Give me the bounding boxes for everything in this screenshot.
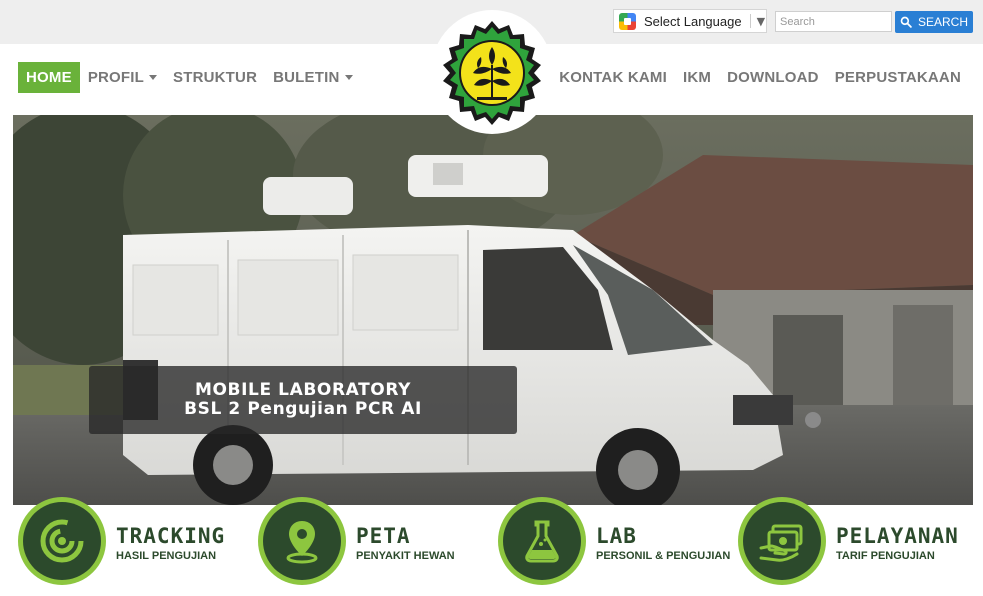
caret-down-icon — [344, 75, 353, 80]
feature-links: TRACKING HASIL PENGUJIAN PETA PENYAKIT H… — [0, 497, 983, 596]
feature-tracking[interactable]: TRACKING HASIL PENGUJIAN — [18, 497, 225, 585]
search-input[interactable] — [775, 11, 892, 32]
feature-subtitle: HASIL PENGUJIAN — [116, 550, 217, 562]
feature-subtitle: TARIF PENGUJIAN — [836, 550, 935, 562]
feature-icon-ring — [18, 497, 106, 585]
nav-left-group: HOME PROFIL STRUKTUR BULETIN — [18, 62, 361, 93]
nav-item-label: DOWNLOAD — [727, 69, 819, 86]
caret-down-icon — [149, 75, 158, 80]
nav-item-kontak-kami[interactable]: KONTAK KAMI — [551, 62, 675, 93]
google-translate-icon — [619, 12, 636, 30]
radar-icon — [40, 519, 84, 563]
feature-icon-ring — [498, 497, 586, 585]
hero-caption: MOBILE LABORATORY BSL 2 Pengujian PCR AI — [89, 366, 517, 434]
feature-peta[interactable]: PETA PENYAKIT HEWAN — [258, 497, 455, 585]
feature-title: TRACKING — [116, 524, 226, 548]
feature-title: PELAYANAN — [836, 524, 959, 548]
nav-item-label: IKM — [683, 69, 712, 86]
map-pin-icon — [286, 521, 318, 564]
nav-item-label: BULETIN — [273, 69, 340, 86]
nav-item-home[interactable]: HOME — [18, 62, 80, 93]
nav-item-profil[interactable]: PROFIL — [80, 62, 165, 93]
hero-caption-title: MOBILE LABORATORY — [194, 380, 412, 400]
money-icon — [759, 524, 803, 562]
feature-lab[interactable]: LAB PERSONIL & PENGUJIAN — [498, 497, 730, 585]
feature-icon-ring — [738, 497, 826, 585]
hero-photo-mobile-lab-van — [13, 115, 973, 505]
language-divider — [749, 14, 751, 28]
feature-subtitle: PERSONIL & PENGUJIAN — [596, 550, 731, 562]
chevron-down-icon: ▼ — [756, 14, 766, 28]
nav-item-buletin[interactable]: BULETIN — [265, 62, 360, 93]
nav-item-label: PERPUSTAKAAN — [834, 69, 961, 86]
hero-slider[interactable]: MOBILE LABORATORY BSL 2 Pengujian PCR AI — [13, 115, 973, 505]
feature-title: LAB — [596, 524, 637, 548]
nav-item-perpustakaan[interactable]: PERPUSTAKAAN — [827, 62, 969, 93]
feature-pelayanan[interactable]: PELAYANAN TARIF PENGUJIAN — [738, 497, 959, 585]
feature-title: PETA — [356, 524, 411, 548]
site-logo[interactable] — [431, 10, 553, 134]
nav-item-struktur[interactable]: STRUKTUR — [165, 62, 265, 93]
hero-caption-subtitle: BSL 2 Pengujian PCR AI — [184, 399, 422, 419]
flask-icon — [525, 520, 559, 563]
search-icon — [900, 16, 912, 28]
nav-item-ikm[interactable]: IKM — [675, 62, 719, 93]
search-button-label: SEARCH — [917, 15, 968, 29]
language-selector[interactable]: Select Language ▼ — [613, 9, 767, 33]
kementan-emblem-icon — [443, 21, 541, 125]
nav-right-group: KONTAK KAMI IKM DOWNLOAD PERPUSTAKAAN — [551, 62, 969, 93]
nav-item-download[interactable]: DOWNLOAD — [719, 62, 827, 93]
language-selector-label: Select Language — [644, 13, 742, 29]
nav-item-label: STRUKTUR — [173, 69, 258, 86]
feature-icon-ring — [258, 497, 346, 585]
feature-subtitle: PENYAKIT HEWAN — [356, 550, 455, 562]
search-button[interactable]: SEARCH — [895, 11, 973, 33]
nav-item-label: HOME — [26, 69, 72, 86]
nav-item-label: PROFIL — [87, 69, 145, 86]
nav-item-label: KONTAK KAMI — [559, 69, 667, 86]
